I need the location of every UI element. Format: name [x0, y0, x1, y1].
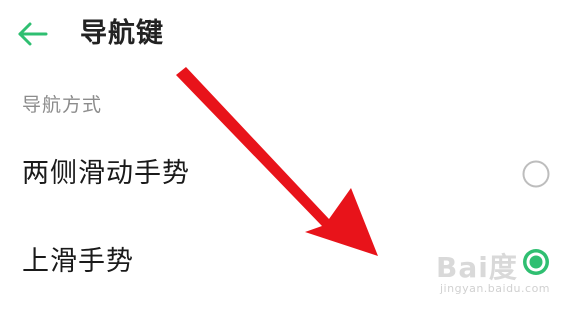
option-label: 上滑手势 — [22, 246, 134, 277]
header-bar: 导航键 — [0, 0, 572, 70]
option-swipe-up-gestures[interactable]: 上滑手势 — [0, 226, 572, 298]
option-side-swipe-gestures[interactable]: 两侧滑动手势 — [0, 138, 572, 210]
option-label: 两侧滑动手势 — [22, 158, 190, 189]
arrow-left-icon — [18, 22, 48, 46]
page-title: 导航键 — [80, 18, 164, 49]
back-button[interactable] — [14, 18, 50, 50]
radio-button-unselected[interactable] — [521, 159, 551, 189]
radio-button-selected[interactable] — [521, 247, 551, 277]
section-label: 导航方式 — [22, 94, 103, 116]
